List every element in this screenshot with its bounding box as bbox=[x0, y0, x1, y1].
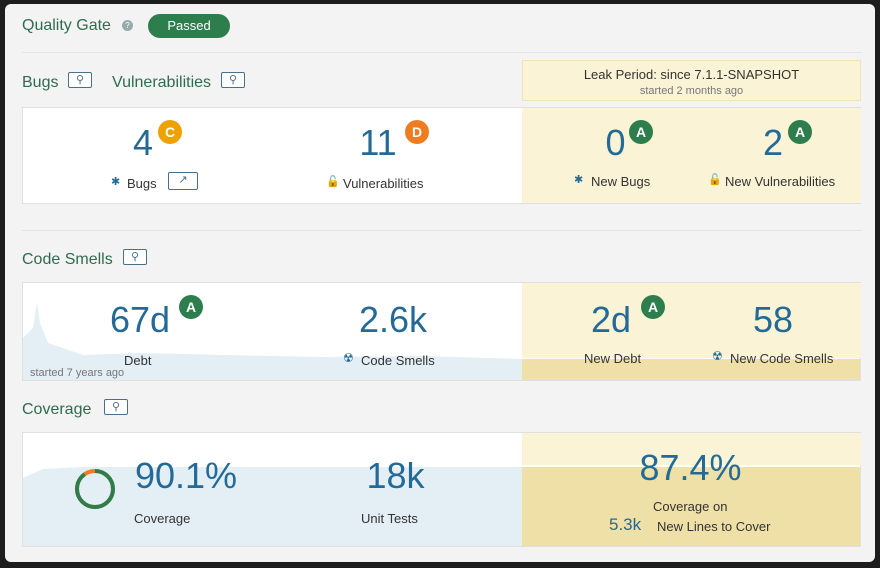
new-vulnerabilities-value[interactable]: 2 bbox=[758, 122, 788, 164]
lock-icon: 🔓 bbox=[326, 176, 340, 188]
unit-tests-value[interactable]: 18k bbox=[363, 455, 428, 497]
code-smell-icon: ☢ bbox=[343, 351, 354, 365]
new-debt-label: New Debt bbox=[584, 351, 642, 366]
coverage-section-title: Coverage bbox=[22, 401, 92, 418]
bug-icon: ✱ bbox=[111, 176, 121, 188]
new-vulnerabilities-label: New Vulnerabilities bbox=[725, 174, 836, 189]
coverage-panel: 90.1% Coverage 18k Unit Tests 87.4% Cove… bbox=[22, 432, 861, 547]
quality-gate-status-badge: Passed bbox=[148, 14, 230, 38]
new-coverage-label: Coverage on bbox=[653, 499, 728, 514]
new-bugs-rating[interactable]: A bbox=[629, 120, 653, 144]
new-coverage-value[interactable]: 87.4% bbox=[633, 447, 748, 489]
coverage-value[interactable]: 90.1% bbox=[131, 455, 241, 497]
new-bugs-label: New Bugs bbox=[591, 174, 651, 189]
debt-label: Debt bbox=[124, 353, 152, 368]
bugs-section-title: Bugs bbox=[22, 74, 59, 91]
vulnerabilities-drilldown-search-icon[interactable]: ⚲ bbox=[221, 72, 245, 88]
new-code-smells-label: New Code Smells bbox=[730, 351, 834, 366]
debt-value[interactable]: 67d bbox=[105, 299, 175, 341]
leak-period-text: Leak Period: since 7.1.1-SNAPSHOT bbox=[583, 67, 800, 82]
new-lines-label: New Lines to Cover bbox=[657, 519, 771, 534]
code-smells-section-title: Code Smells bbox=[22, 251, 113, 268]
history-start-label: started 7 years ago bbox=[30, 367, 125, 379]
code-smell-icon: ☢ bbox=[712, 349, 723, 363]
leak-area bbox=[522, 283, 861, 358]
lock-icon: 🔓 bbox=[708, 174, 722, 186]
new-debt-value[interactable]: 2d bbox=[586, 299, 636, 341]
bug-icon: ✱ bbox=[574, 174, 584, 186]
bugs-history-chart-icon[interactable]: ↗ bbox=[168, 172, 198, 190]
code-smells-panel: 67d A Debt started 7 years ago 2.6k ☢ Co… bbox=[22, 282, 861, 381]
bugs-value[interactable]: 4 bbox=[123, 122, 163, 164]
unit-tests-label: Unit Tests bbox=[361, 511, 418, 526]
divider bbox=[22, 52, 862, 53]
coverage-label: Coverage bbox=[134, 511, 191, 526]
debt-rating[interactable]: A bbox=[179, 295, 203, 319]
quality-overview: Quality Gate ? Passed Bugs ⚲ Vulnerabili… bbox=[5, 4, 875, 562]
new-vulnerabilities-rating[interactable]: A bbox=[788, 120, 812, 144]
vulnerabilities-section-title: Vulnerabilities bbox=[112, 74, 212, 91]
coverage-drilldown-search-icon[interactable]: ⚲ bbox=[104, 399, 128, 415]
vulnerabilities-value[interactable]: 11 bbox=[353, 122, 403, 164]
bugs-drilldown-search-icon[interactable]: ⚲ bbox=[68, 72, 92, 88]
bugs-vulns-panel: 4 C ✱ Bugs ↗ 11 D 🔓 Vulnerabilities 0 A … bbox=[22, 107, 861, 204]
new-debt-rating[interactable]: A bbox=[641, 295, 665, 319]
leak-period-started: started 2 months ago bbox=[639, 85, 744, 97]
new-code-smells-value[interactable]: 58 bbox=[751, 299, 795, 341]
leak-period-banner: Leak Period: since 7.1.1-SNAPSHOT starte… bbox=[522, 60, 861, 101]
code-smells-drilldown-search-icon[interactable]: ⚲ bbox=[123, 249, 147, 265]
bugs-label: Bugs bbox=[127, 176, 157, 191]
help-icon[interactable]: ? bbox=[122, 20, 133, 31]
code-smells-label: Code Smells bbox=[361, 353, 435, 368]
bugs-rating[interactable]: C bbox=[158, 120, 182, 144]
code-smells-value[interactable]: 2.6k bbox=[353, 299, 433, 341]
new-bugs-value[interactable]: 0 bbox=[598, 122, 633, 164]
vulnerabilities-rating[interactable]: D bbox=[405, 120, 429, 144]
quality-gate-title: Quality Gate bbox=[22, 17, 111, 34]
coverage-donut[interactable] bbox=[73, 467, 117, 511]
divider bbox=[22, 230, 862, 231]
new-lines-value[interactable]: 5.3k bbox=[609, 515, 641, 535]
vulnerabilities-label: Vulnerabilities bbox=[343, 176, 424, 191]
